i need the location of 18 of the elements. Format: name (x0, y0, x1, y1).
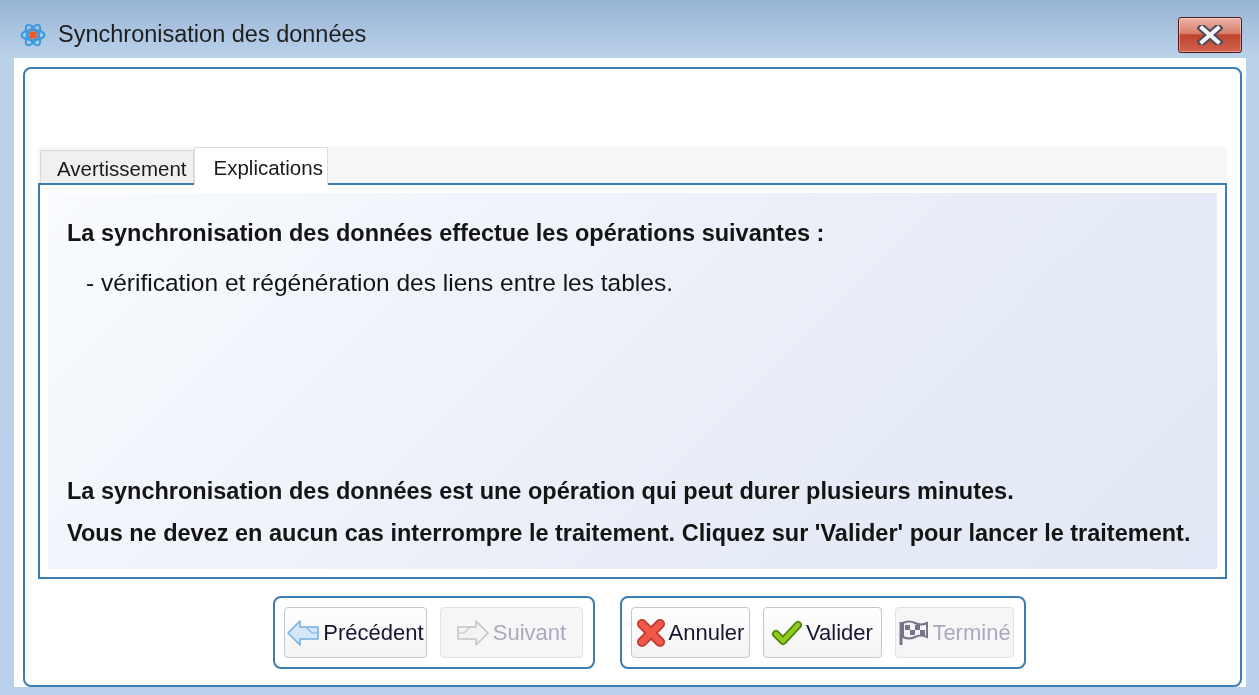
flag-icon (897, 618, 930, 647)
atom-icon (20, 21, 46, 49)
close-icon (1197, 25, 1223, 45)
note-text: La synchronisation des données est une opération qui peut durer plusieurs minutes. (67, 477, 1015, 506)
close-button[interactable] (1178, 17, 1242, 53)
check-icon (771, 618, 804, 647)
right-arrow-icon (455, 618, 490, 647)
heading-text: La synchronisation des données effectue les opérations suivantes : (67, 219, 826, 248)
window-title: Synchronisation des données (58, 23, 367, 47)
cross-icon (635, 617, 666, 648)
tab[interactable]: Avertissement (40, 150, 194, 183)
note-text: Vous ne devez en aucun cas interrompre le traitement. Cliquez sur 'Valider' pour lancer le traitement. (67, 519, 1192, 548)
cancel-button[interactable]: Annuler (630, 607, 750, 658)
back-button[interactable]: Précédent (283, 607, 427, 658)
left-arrow-icon (286, 618, 321, 647)
confirm-button[interactable]: Valider (762, 607, 882, 658)
list-item-text: - vérification et régénération des liens entre les tables. (85, 268, 674, 298)
tab[interactable]: Explications (193, 147, 328, 185)
